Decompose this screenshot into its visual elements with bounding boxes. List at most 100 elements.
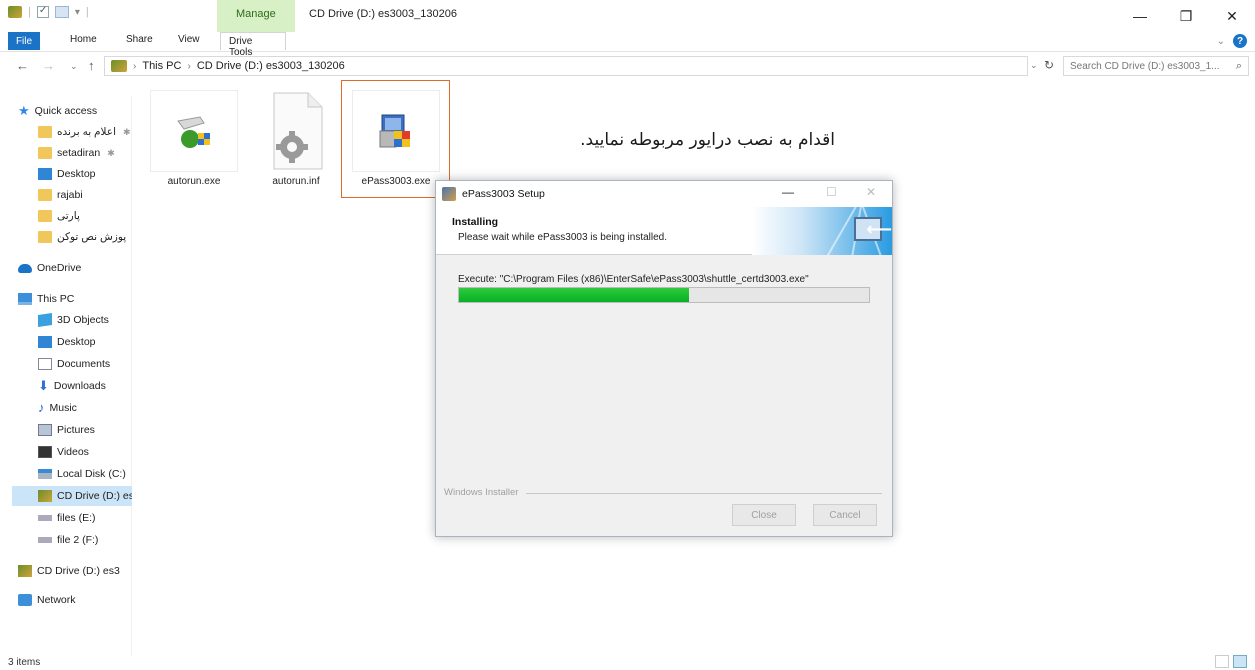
videos-icon <box>38 446 52 458</box>
new-folder-icon[interactable] <box>54 6 69 18</box>
refresh-icon[interactable]: ↻ <box>1044 58 1054 72</box>
network-icon <box>18 594 32 606</box>
sidebar-item-folder[interactable]: اعلام به برنده ✱ <box>38 122 132 142</box>
dialog-minimize-button[interactable]: — <box>782 185 794 199</box>
pictures-icon <box>38 424 52 436</box>
sidebar-item-downloads[interactable]: ⬇ Downloads <box>38 376 132 396</box>
arrow-icon: ⟵ <box>866 219 892 239</box>
sidebar-item-folder[interactable]: پارتی <box>38 206 132 226</box>
cancel-button-disabled: Cancel <box>813 504 877 526</box>
tab-file[interactable]: File <box>8 32 40 50</box>
download-arrow-icon: ⬇ <box>38 378 49 393</box>
sidebar-item-local-disk[interactable]: Local Disk (C:) <box>38 464 132 484</box>
pin-icon: ✱ <box>107 147 115 158</box>
sidebar-item-this-pc[interactable]: This PC <box>18 289 132 309</box>
sidebar-item-3d-objects[interactable]: 3D Objects <box>38 310 132 330</box>
sidebar-item-music[interactable]: ♪ Music <box>38 398 132 418</box>
sidebar-item-label: Desktop <box>57 168 96 180</box>
search-placeholder: Search CD Drive (D:) es3003_1... <box>1070 60 1220 72</box>
address-bar[interactable]: › This PC › CD Drive (D:) es3003_130206 <box>104 56 1028 76</box>
customize-toolbar-icon[interactable]: ▾ <box>75 7 80 18</box>
sidebar-item-quick-access[interactable]: ★ Quick access <box>18 101 132 121</box>
search-input[interactable]: Search CD Drive (D:) es3003_1... ⌕ <box>1063 56 1249 76</box>
recent-locations-icon[interactable]: ⌄ <box>70 61 78 72</box>
sidebar-item-setadiran[interactable]: setadiran ✱ <box>38 143 132 163</box>
file-name: autorun.exe <box>167 176 221 187</box>
tab-home[interactable]: Home <box>70 34 97 45</box>
star-icon: ★ <box>18 103 30 118</box>
desktop-icon <box>38 336 52 348</box>
window-controls: — ❐ ✕ <box>1117 0 1255 32</box>
file-autorun-exe[interactable]: autorun.exe <box>150 90 238 188</box>
sidebar-item-file2-f[interactable]: file 2 (F:) <box>38 530 132 550</box>
sidebar-item-files-e[interactable]: files (E:) <box>38 508 132 528</box>
sidebar-item-desktop[interactable]: Desktop <box>38 332 132 352</box>
details-view-icon[interactable] <box>1215 655 1229 668</box>
manage-tab[interactable]: Manage <box>236 8 276 20</box>
sidebar-item-network[interactable]: Network <box>18 590 132 610</box>
breadcrumb-cd-drive[interactable]: CD Drive (D:) es3003_130206 <box>197 60 345 72</box>
cloud-icon <box>18 263 32 273</box>
sidebar-item-label: Documents <box>57 358 111 370</box>
forward-arrow-icon[interactable]: → <box>42 58 55 73</box>
window-title: CD Drive (D:) es3003_130206 <box>309 8 457 20</box>
address-row: ← → ⌄ ↑ › This PC › CD Drive (D:) es3003… <box>0 56 1255 78</box>
installer-icon <box>352 90 440 172</box>
sidebar-item-label: پوزش نص توکن <box>57 231 127 243</box>
file-autorun-inf[interactable]: autorun.inf <box>252 90 340 188</box>
divider <box>526 493 882 494</box>
dialog-close-button: ✕ <box>866 185 877 199</box>
search-icon[interactable]: ⌕ <box>1236 60 1242 73</box>
sidebar-item-label: Downloads <box>53 380 106 392</box>
computer-icon <box>18 293 32 305</box>
sidebar-item-label: Local Disk (C:) <box>57 468 126 480</box>
file-epass3003-exe[interactable]: ePass3003.exe <box>352 90 440 188</box>
setup-wizard-icon <box>150 90 238 172</box>
help-icon[interactable]: ? <box>1233 34 1247 48</box>
sidebar-item-cd-drive-selected[interactable]: CD Drive (D:) es <box>12 486 132 506</box>
address-dropdown-icon[interactable]: ⌄ <box>1030 60 1038 71</box>
sidebar-item-label: Network <box>37 594 76 606</box>
item-count: 3 items <box>8 657 41 668</box>
breadcrumb-separator: › <box>133 60 137 72</box>
sidebar-item-onedrive[interactable]: OneDrive <box>18 258 132 278</box>
properties-icon[interactable] <box>36 5 49 18</box>
sidebar-item-label: 3D Objects <box>57 314 109 326</box>
large-icons-view-icon[interactable] <box>1233 655 1247 668</box>
sidebar-item-label: files (E:) <box>57 512 96 524</box>
drive-icon <box>38 515 52 521</box>
dialog-heading: Installing <box>452 216 499 228</box>
sidebar-item-pictures[interactable]: Pictures <box>38 420 132 440</box>
3d-objects-icon <box>38 313 52 327</box>
expand-ribbon-icon[interactable]: ⌄ <box>1217 36 1225 47</box>
title-bar: | ▾ | Manage CD Drive (D:) es3003_130206… <box>0 0 1255 32</box>
dialog-subheading: Please wait while ePass3003 is being ins… <box>458 232 668 243</box>
maximize-button[interactable]: ❐ <box>1163 0 1209 32</box>
installer-banner: ⟵ <box>752 207 892 255</box>
close-button-disabled: Close <box>732 504 796 526</box>
sidebar-item-label: rajabi <box>57 189 83 201</box>
ribbon-tabs: File Home Share View Drive Tools ⌄ ? <box>0 32 1255 58</box>
tab-view[interactable]: View <box>178 34 200 45</box>
sidebar-item-cd-drive[interactable]: CD Drive (D:) es3 <box>18 561 132 581</box>
close-button[interactable]: ✕ <box>1209 0 1255 32</box>
quick-access-toolbar: | ▾ | <box>8 5 89 18</box>
navigation-pane: ★ Quick access اعلام به برنده ✱ setadira… <box>0 96 132 656</box>
up-arrow-icon[interactable]: ↑ <box>88 58 95 73</box>
dialog-title-bar: ePass3003 Setup — ☐ ✕ <box>436 181 892 207</box>
breadcrumb-this-pc[interactable]: This PC <box>142 60 181 72</box>
sidebar-item-label: CD Drive (D:) es3 <box>37 565 120 577</box>
sidebar-item-documents[interactable]: Documents <box>38 354 132 374</box>
sidebar-item-rajabi[interactable]: rajabi <box>38 185 132 205</box>
minimize-button[interactable]: — <box>1117 0 1163 32</box>
documents-icon <box>38 358 52 370</box>
sidebar-item-folder[interactable]: پوزش نص توکن <box>38 227 132 247</box>
setup-dialog: ePass3003 Setup — ☐ ✕ Installing Please … <box>435 180 893 537</box>
sidebar-item-desktop-quick[interactable]: Desktop <box>38 164 132 184</box>
tab-share[interactable]: Share <box>126 34 153 45</box>
sidebar-item-videos[interactable]: Videos <box>38 442 132 462</box>
sidebar-item-label: Videos <box>57 446 89 458</box>
back-arrow-icon[interactable]: ← <box>16 58 29 73</box>
tab-drive-tools[interactable]: Drive Tools <box>220 32 286 58</box>
sidebar-item-label: Pictures <box>57 424 95 436</box>
